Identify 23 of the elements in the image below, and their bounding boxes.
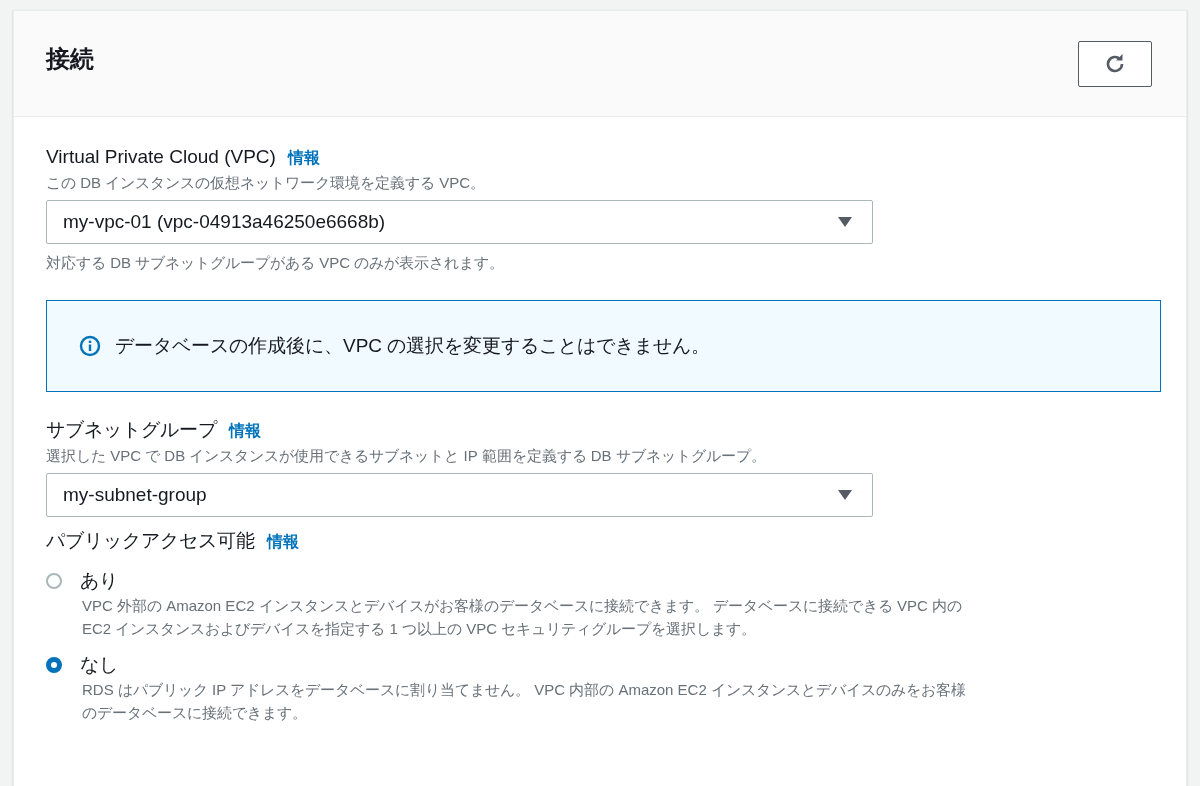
info-link[interactable]: 情報 [287, 144, 320, 172]
field-hint: 対応する DB サブネットグループがある VPC のみが表示されます。 [46, 253, 506, 273]
option-label: あり [80, 569, 118, 593]
info-icon [79, 335, 101, 357]
caret-icon [838, 217, 852, 227]
field-description: 選択した VPC で DB インスタンスが使用できるサブネットと IP 範囲を定義する DB サブネットグループ。 [46, 446, 767, 466]
caret-icon [838, 490, 852, 500]
info-link[interactable]: 情報 [229, 417, 261, 445]
refresh-button[interactable] [1078, 41, 1152, 87]
field-label: サブネットグループ [46, 418, 217, 442]
option-label: なし [80, 653, 118, 677]
panel-title: 接続 [46, 44, 94, 74]
option-description: RDS はパブリック IP アドレスをデータベースに割り当てません。 VPC 内部の Amazon EC2 インスタンスとデバイスのみをお客様 のデータベースに接続できます。 [82, 680, 967, 723]
field-description: この DB インスタンスの仮想ネットワーク環境を定義する VPC。 [46, 173, 487, 193]
subnet-group-select[interactable]: my-subnet-group [46, 473, 873, 517]
radio-button[interactable] [46, 573, 62, 589]
field-label: パブリックアクセス可能 [46, 529, 255, 553]
option-description: VPC 外部の Amazon EC2 インスタンスとデバイスがお客様のデータベースに接続できます。 データベースに接続できる VPC 内の EC2 インスタンスおよびデバイスを指定する 1 つ以上の VPC セキュリティグループを選択します。 [82, 596, 964, 639]
field-label: Virtual Private Cloud (VPC) [46, 145, 276, 169]
alert-text: データベースの作成後に、VPC の選択を変更することはできません。 [115, 334, 711, 358]
radio-button[interactable] [46, 657, 62, 673]
info-link[interactable]: 情報 [267, 528, 299, 556]
vpc-select[interactable]: my-vpc-01 (vpc-04913a46250e6668b) [46, 200, 873, 244]
